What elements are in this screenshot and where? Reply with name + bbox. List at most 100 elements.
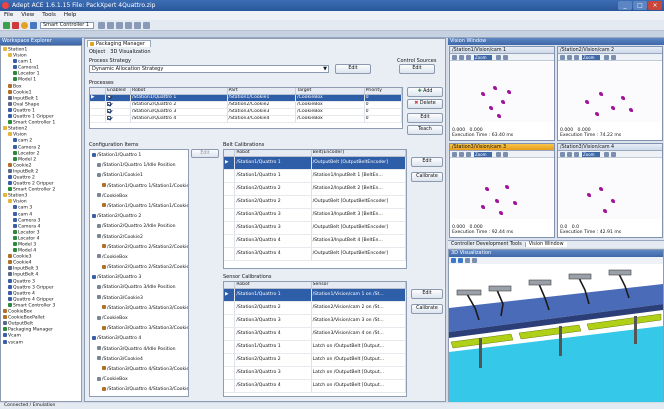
- tab-vision-window[interactable]: Vision Window: [525, 242, 567, 247]
- enabled-checkbox[interactable]: [107, 115, 112, 120]
- table-row[interactable]: /Station3/Quattro 3/OutputBelt [OutputBe…: [224, 221, 406, 235]
- config-item[interactable]: /Station3/Quattro 4/Station3/Cookie4/...: [90, 385, 188, 395]
- config-edit-button[interactable]: Edit: [191, 149, 219, 158]
- menu-file[interactable]: File: [0, 11, 17, 20]
- arrow-icon[interactable]: [452, 55, 457, 60]
- camera-window[interactable]: /Station3/Vision/cam 3 Zoom 0.000 0.000 Exe…: [449, 143, 555, 238]
- enabled-checkbox[interactable]: [107, 94, 112, 99]
- config-item[interactable]: /Station1/Quattro 1/Station1/Cookie1/Pic: [90, 182, 188, 192]
- config-item[interactable]: /Station2/Cookie2: [90, 233, 188, 243]
- controller-select[interactable]: Smart Controller 1: [40, 22, 94, 29]
- teach-process-button[interactable]: Teach: [407, 125, 443, 135]
- 3d-scene[interactable]: [449, 264, 663, 402]
- zoom-in-icon[interactable]: [567, 55, 572, 60]
- camera-image[interactable]: [451, 62, 553, 122]
- table-row[interactable]: /Station2/Quattro 2/Station2/InputBelt 2…: [224, 182, 406, 196]
- zoom-out-icon[interactable]: [574, 152, 579, 157]
- sensor-edit-button[interactable]: Edit: [411, 289, 443, 299]
- zoom-out-icon[interactable]: [466, 152, 471, 157]
- table-row[interactable]: /Station3/Quattro 3/Station3/InputBelt 3…: [224, 208, 406, 222]
- table-row[interactable]: /Station3/Quattro 3 Latch on /OutputBelt …: [224, 366, 406, 380]
- manager-tab[interactable]: Packaging Manager: [87, 40, 151, 47]
- config-item[interactable]: /CookieBox: [90, 375, 188, 385]
- menu-tools[interactable]: Tools: [38, 11, 60, 20]
- config-item[interactable]: /Station1/Quattro 1/Idle Position: [90, 161, 188, 171]
- hand-icon[interactable]: [611, 152, 616, 157]
- config-item[interactable]: /Station2/Quattro 2/Station2/Cookie2/Pic: [90, 243, 188, 253]
- enabled-checkbox[interactable]: [107, 108, 112, 113]
- table-row[interactable]: ▶ /Station1/Quattro 1 /Station1/Cookie1 …: [90, 94, 402, 102]
- table-row[interactable]: /Station1/Quattro 1 Latch on /OutputBelt …: [224, 340, 406, 354]
- camera-window[interactable]: /Station1/Vision/cam 1 Zoom 0.000 0.000 Exe…: [449, 46, 555, 141]
- config-item[interactable]: /Station3/Quattro 4: [90, 334, 188, 344]
- play-icon[interactable]: [3, 22, 10, 29]
- config-item[interactable]: /CookieBox: [90, 192, 188, 202]
- arrow-icon[interactable]: [560, 55, 565, 60]
- table-row[interactable]: /Station3/Quattro 3 /Station3/Cookie3 /C…: [90, 108, 402, 116]
- table-row[interactable]: /Station2/Quattro 2/Station2/Vision/cam …: [224, 301, 406, 315]
- menu-view[interactable]: View: [17, 11, 38, 20]
- config-item[interactable]: /CookieBox: [90, 253, 188, 263]
- zoom-select[interactable]: Zoom: [582, 152, 600, 157]
- rotate-icon[interactable]: [451, 258, 456, 263]
- camera-image[interactable]: [559, 159, 661, 219]
- config-item[interactable]: /Station2/Quattro 2/Station2/Cookie2/...: [90, 263, 188, 273]
- table-row[interactable]: /Station2/Quattro 2 /Station2/Cookie2 /C…: [90, 101, 402, 109]
- minimize-button[interactable]: _: [618, 1, 632, 10]
- camera-window[interactable]: /Station2/Vision/cam 2 Zoom 0.000 0.000 Exe…: [557, 46, 663, 141]
- zoom-select[interactable]: Zoom: [582, 55, 600, 60]
- config-item[interactable]: /Station2/Quattro 2/Idle Position: [90, 222, 188, 232]
- maximize-button[interactable]: □: [633, 1, 647, 10]
- table-row[interactable]: /Station2/Quattro 2 Latch on /OutputBelt …: [224, 353, 406, 367]
- table-row[interactable]: /Station3/Quattro 3/Station3/Vision/cam …: [224, 314, 406, 328]
- config-item[interactable]: /Station1/Cookie1: [90, 171, 188, 181]
- toolbar-tool-icon-4[interactable]: [125, 22, 132, 29]
- process-strategy-select[interactable]: Dynamic Allocation Strategy ▼: [89, 65, 329, 73]
- table-row[interactable]: /Station3/Quattro 4/Station3/InputBelt 4…: [224, 234, 406, 248]
- search-icon[interactable]: [604, 55, 609, 60]
- hand-icon[interactable]: [503, 152, 508, 157]
- table-row[interactable]: ▶/Station1/Quattro 1/Station1/Vision/cam…: [224, 288, 406, 302]
- sensor-calibrate-button[interactable]: Calibrate: [411, 304, 443, 314]
- table-row[interactable]: /Station3/Quattro 4/OutputBelt [OutputBe…: [224, 247, 406, 261]
- config-item[interactable]: /Station3/Cookie3: [90, 294, 188, 304]
- menu-help[interactable]: Help: [60, 11, 81, 20]
- hand-icon[interactable]: [611, 55, 616, 60]
- tab-controller-development-tools[interactable]: Controller Development Tools: [448, 242, 526, 247]
- zoom-select[interactable]: Zoom: [474, 152, 492, 157]
- enabled-checkbox[interactable]: [107, 101, 112, 106]
- zoom-out-icon[interactable]: [574, 55, 579, 60]
- strategy-edit-button[interactable]: Edit: [335, 64, 371, 74]
- zoom-in-icon[interactable]: [459, 152, 464, 157]
- search-icon[interactable]: [496, 152, 501, 157]
- camera-window[interactable]: /Station3/Vision/cam 4 Zoom 0.0 0.0 Executi…: [557, 143, 663, 238]
- toolbar-tool-icon-5[interactable]: [134, 22, 141, 29]
- control-sources-edit-button[interactable]: Edit: [399, 64, 435, 74]
- search-icon[interactable]: [496, 55, 501, 60]
- arrow-icon[interactable]: [560, 152, 565, 157]
- config-item[interactable]: /Station3/Quattro 3/Station3/Cookie3/Pic: [90, 304, 188, 314]
- config-item[interactable]: /CookieBox: [90, 314, 188, 324]
- table-row[interactable]: ▶/Station1/Quattro 1/OutputBelt [OutputB…: [224, 156, 406, 170]
- config-item[interactable]: /Station1/Quattro 1: [90, 151, 188, 161]
- config-item[interactable]: /Station3/Quattro 3/Idle Position: [90, 283, 188, 293]
- toolbar-tool-icon-6[interactable]: [143, 22, 150, 29]
- connect-icon[interactable]: [30, 22, 37, 29]
- table-row[interactable]: /Station1/Quattro 1/Station1/InputBelt 1…: [224, 169, 406, 183]
- zoom-out-icon[interactable]: [466, 55, 471, 60]
- config-item[interactable]: /Station3/Quattro 3: [90, 273, 188, 283]
- config-item[interactable]: /Station3/Quattro 4/Idle Position: [90, 345, 188, 355]
- toolbar-tool-icon-3[interactable]: [116, 22, 123, 29]
- pan-icon[interactable]: [458, 258, 463, 263]
- delete-process-button[interactable]: ✖ Delete: [407, 99, 443, 109]
- view-icon[interactable]: [472, 258, 477, 263]
- zoom-select[interactable]: Zoom: [474, 55, 492, 60]
- power-icon[interactable]: [21, 22, 28, 29]
- stop-icon[interactable]: [12, 22, 19, 29]
- toolbar-tool-icon-1[interactable]: [98, 22, 105, 29]
- edit-process-button[interactable]: Edit: [407, 113, 443, 123]
- table-row[interactable]: /Station2/Quattro 2/OutputBelt [OutputBe…: [224, 195, 406, 209]
- subtab-object[interactable]: Object: [89, 49, 105, 55]
- belt-calibrate-button[interactable]: Calibrate: [411, 172, 443, 182]
- config-item[interactable]: /Station1/Quattro 1/Station1/Cookie1/...: [90, 202, 188, 212]
